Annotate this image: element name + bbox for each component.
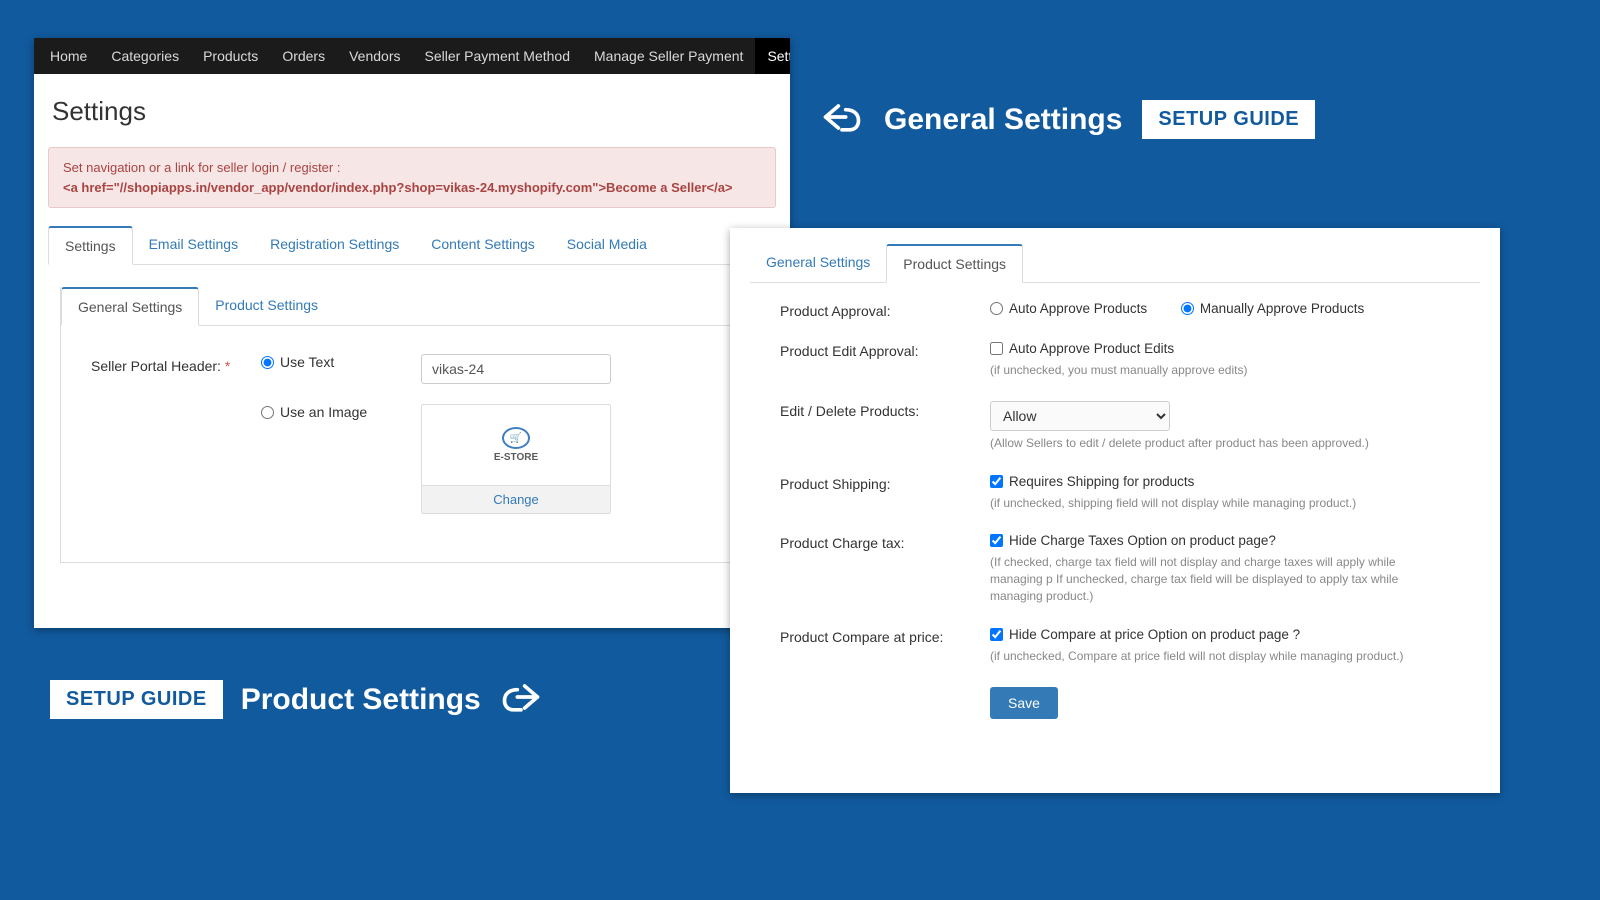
edit-delete-note: (Allow Sellers to edit / delete product … (990, 435, 1450, 452)
radio-auto-approve-input[interactable] (990, 302, 1003, 315)
setup-guide-badge-bottom: SETUP GUIDE (50, 680, 223, 719)
header-title: General Settings (884, 103, 1122, 137)
seller-portal-header-label: Seller Portal Header: * (91, 354, 261, 374)
outer-tabs: Settings Email Settings Registration Set… (48, 226, 776, 265)
product-approval-label: Product Approval: (780, 301, 990, 319)
top-nav: Home Categories Products Orders Vendors … (34, 38, 790, 74)
change-image-button[interactable]: Change (422, 485, 610, 513)
tab-product-settings[interactable]: Product Settings (199, 287, 334, 326)
radio-auto-approve[interactable]: Auto Approve Products (990, 301, 1147, 316)
nav-settings[interactable]: Settings (755, 38, 790, 74)
cart-icon: 🛒 (502, 427, 530, 449)
tax-label: Product Charge tax: (780, 533, 990, 604)
product-settings-panel: General Settings Product Settings Produc… (730, 228, 1500, 793)
point-right-icon (499, 675, 543, 724)
nav-manage-seller-payment[interactable]: Manage Seller Payment (582, 38, 755, 74)
setup-guide-badge-top: SETUP GUIDE (1142, 100, 1315, 139)
edit-delete-label: Edit / Delete Products: (780, 401, 990, 452)
right-tabs: General Settings Product Settings (750, 244, 1480, 283)
save-button[interactable]: Save (990, 687, 1058, 719)
nav-home[interactable]: Home (38, 38, 99, 74)
alert-box: Set navigation or a link for seller logi… (48, 147, 776, 208)
tab-email-settings[interactable]: Email Settings (133, 226, 254, 265)
compare-note: (if unchecked, Compare at price field wi… (990, 648, 1450, 665)
tax-note: (If checked, charge tax field will not d… (990, 554, 1450, 604)
footer-badge-row: SETUP GUIDE Product Settings (50, 675, 543, 724)
radio-manual-approve-input[interactable] (1181, 302, 1194, 315)
edit-approval-label: Product Edit Approval: (780, 341, 990, 379)
tab-settings[interactable]: Settings (48, 226, 133, 265)
edit-delete-select[interactable]: Allow (990, 401, 1170, 431)
tab-registration-settings[interactable]: Registration Settings (254, 226, 415, 265)
edit-approval-note: (if unchecked, you must manually approve… (990, 362, 1450, 379)
footer-title: Product Settings (241, 683, 481, 717)
shipping-label: Product Shipping: (780, 474, 990, 512)
page-title: Settings (34, 74, 790, 147)
checkbox-requires-shipping[interactable]: Requires Shipping for products (990, 474, 1194, 489)
radio-use-text[interactable]: Use Text (261, 354, 421, 370)
tab-content-settings[interactable]: Content Settings (415, 226, 551, 265)
general-settings-form: Seller Portal Header: * Use Text Use a (61, 326, 763, 562)
alert-code: <a href="//shopiapps.in/vendor_app/vendo… (63, 178, 761, 198)
radio-use-image[interactable]: Use an Image (261, 404, 421, 420)
nav-categories[interactable]: Categories (99, 38, 191, 74)
nav-seller-payment-method[interactable]: Seller Payment Method (412, 38, 582, 74)
checkbox-hide-tax[interactable]: Hide Charge Taxes Option on product page… (990, 533, 1276, 548)
checkbox-requires-shipping-input[interactable] (990, 475, 1003, 488)
tab-general-settings[interactable]: General Settings (61, 287, 199, 326)
logo-preview-box: 🛒 E-STORE Change (421, 404, 611, 514)
nav-orders[interactable]: Orders (270, 38, 337, 74)
header-text-input[interactable] (421, 354, 611, 384)
rtab-general-settings[interactable]: General Settings (750, 244, 886, 283)
checkbox-hide-compare-input[interactable] (990, 628, 1003, 641)
radio-use-text-input[interactable] (261, 356, 274, 369)
inner-tabs: General Settings Product Settings (61, 287, 763, 326)
shipping-note: (if unchecked, shipping field will not d… (990, 495, 1450, 512)
tab-social-media[interactable]: Social Media (551, 226, 663, 265)
inner-panel: General Settings Product Settings Seller… (60, 287, 764, 563)
radio-use-image-input[interactable] (261, 406, 274, 419)
settings-panel: Home Categories Products Orders Vendors … (34, 38, 790, 628)
compare-label: Product Compare at price: (780, 627, 990, 665)
nav-vendors[interactable]: Vendors (337, 38, 412, 74)
checkbox-hide-compare[interactable]: Hide Compare at price Option on product … (990, 627, 1300, 642)
nav-products[interactable]: Products (191, 38, 270, 74)
logo-text: E-STORE (494, 452, 538, 463)
checkbox-auto-approve-edits[interactable]: Auto Approve Product Edits (990, 341, 1174, 356)
checkbox-hide-tax-input[interactable] (990, 534, 1003, 547)
alert-line1: Set navigation or a link for seller logi… (63, 158, 761, 178)
radio-manual-approve[interactable]: Manually Approve Products (1181, 301, 1364, 316)
header-badge-row: General Settings SETUP GUIDE (820, 95, 1315, 144)
rtab-product-settings[interactable]: Product Settings (886, 244, 1023, 283)
logo-preview: 🛒 E-STORE (422, 405, 610, 485)
checkbox-auto-approve-edits-input[interactable] (990, 342, 1003, 355)
point-left-icon (820, 95, 864, 144)
